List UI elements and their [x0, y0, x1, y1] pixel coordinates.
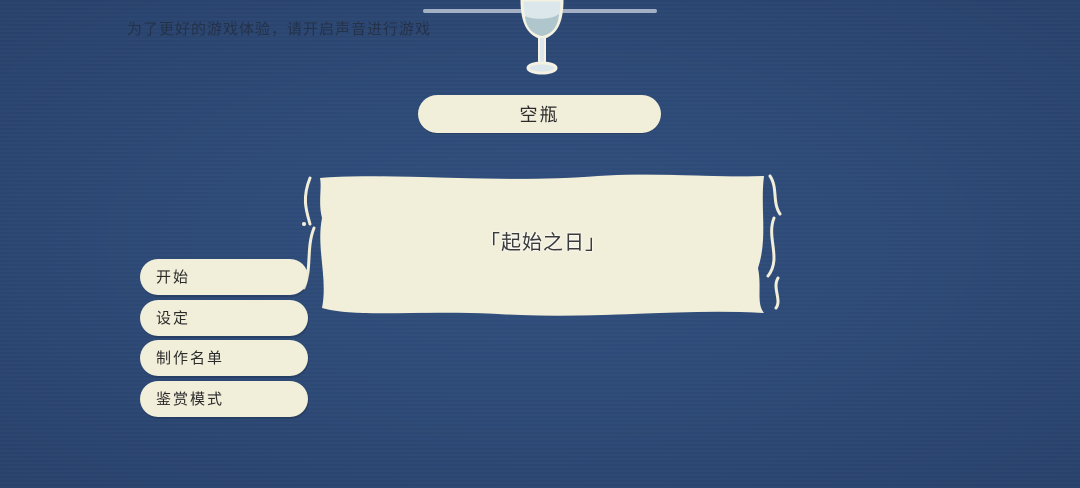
sound-tip-text: 为了更好的游戏体验，请开启声音进行游戏 — [127, 20, 432, 38]
wine-glass-icon — [512, 0, 572, 78]
settings-button[interactable]: 设定 — [140, 300, 308, 336]
game-title-screen: 为了更好的游戏体验，请开启声音进行游戏 空瓶 「起始之日」 开始 设定 制作名单… — [0, 0, 1080, 488]
gallery-button[interactable]: 鉴赏模式 — [140, 381, 308, 417]
chapter-banner: 「起始之日」 — [298, 168, 788, 320]
chapter-title: 「起始之日」 — [480, 230, 606, 254]
start-button[interactable]: 开始 — [140, 259, 308, 295]
credits-button[interactable]: 制作名单 — [140, 340, 308, 376]
game-title: 空瓶 — [418, 95, 661, 133]
